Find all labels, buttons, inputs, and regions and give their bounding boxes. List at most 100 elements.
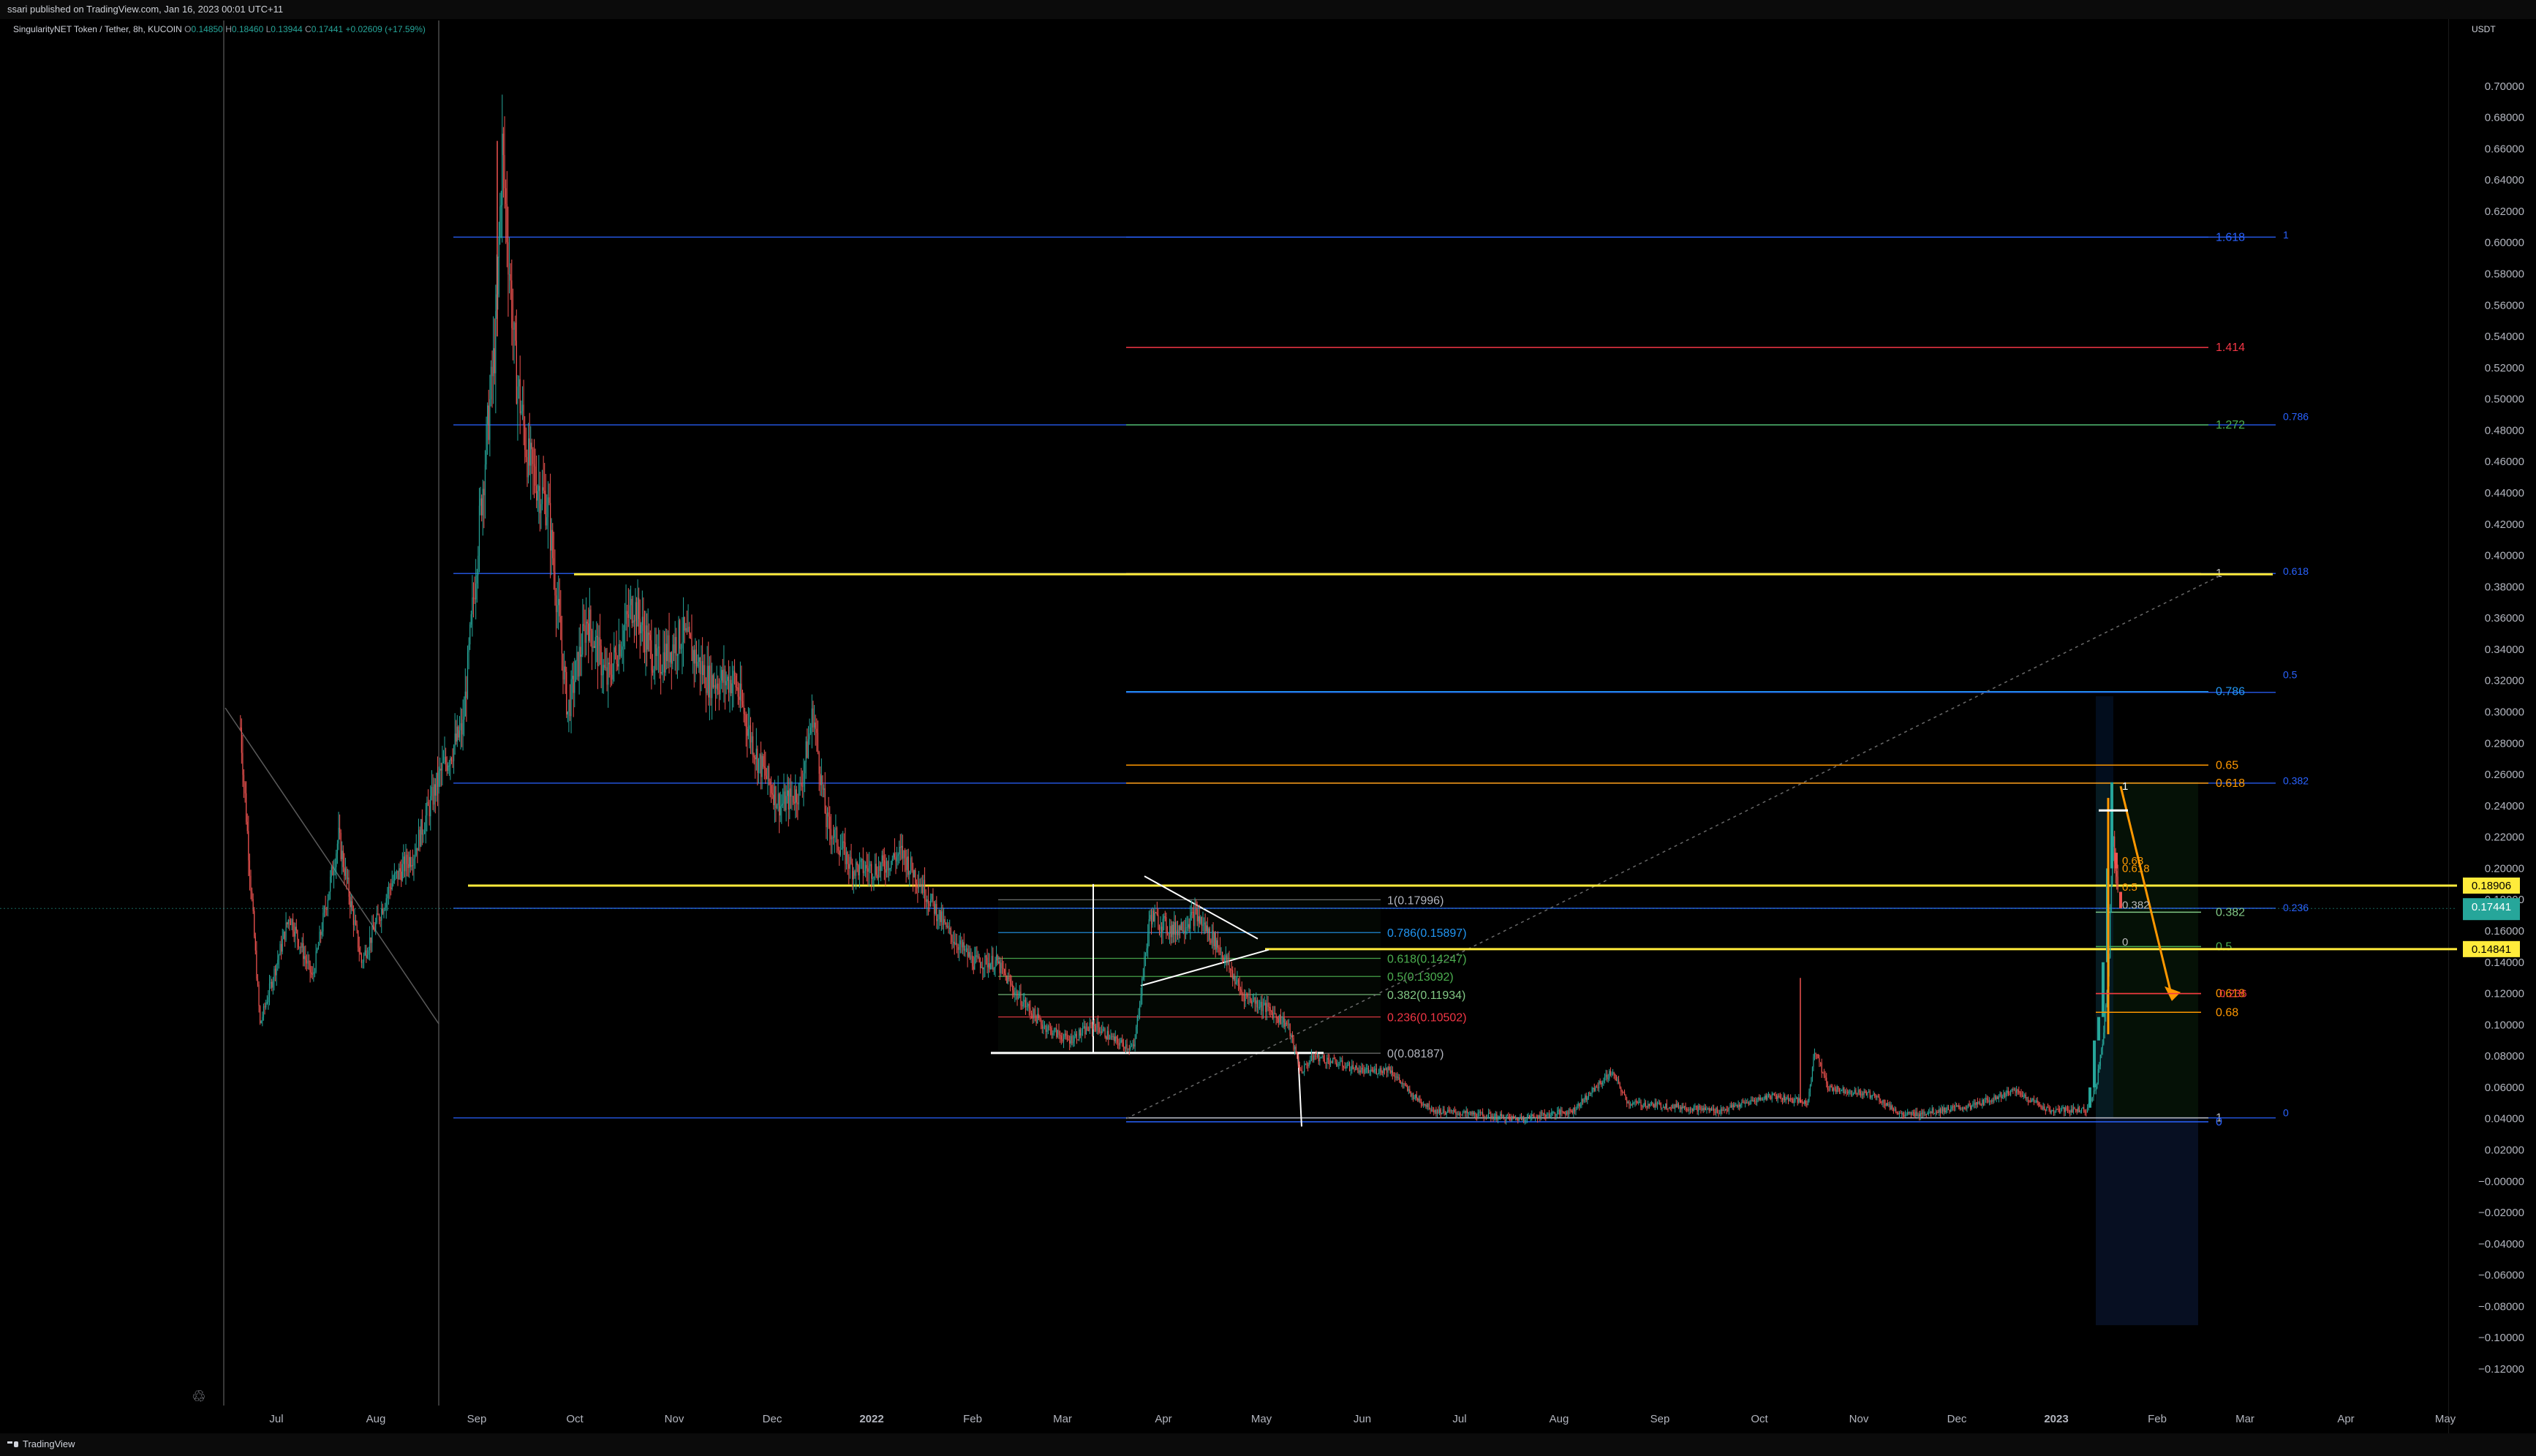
candle-body <box>986 957 988 967</box>
candle-body <box>619 644 621 657</box>
candle-body <box>1369 1071 1370 1074</box>
candle-body <box>249 860 251 876</box>
candle-body <box>1970 1106 1971 1109</box>
candle-body <box>891 859 893 861</box>
candle-body <box>835 828 837 830</box>
candle-body <box>284 931 286 940</box>
candle-body <box>1841 1090 1843 1091</box>
candle-body <box>2044 1106 2045 1110</box>
candle-body <box>1966 1106 1968 1109</box>
candle-body <box>785 796 787 810</box>
candle-body <box>943 919 945 925</box>
candle-body <box>469 625 471 645</box>
candle-body <box>839 849 841 856</box>
candle-body <box>478 505 480 557</box>
candle-body <box>1256 1000 1258 1008</box>
candle-body <box>653 668 654 673</box>
candle-body <box>528 438 529 478</box>
candle-body <box>767 766 769 780</box>
candle-body <box>611 674 613 680</box>
candle-body <box>1541 1112 1543 1114</box>
candle-body <box>1871 1095 1873 1096</box>
candle-body <box>317 945 319 950</box>
candle-body <box>1533 1115 1535 1118</box>
candle-body <box>1409 1089 1411 1093</box>
candle-body <box>1913 1112 1914 1114</box>
candle-body <box>1617 1079 1618 1082</box>
candle-body <box>578 646 580 677</box>
fib-extension-label: 1.618 <box>2216 231 2245 244</box>
candle-body <box>1079 1029 1081 1036</box>
fib-right-label: 0.382 <box>2283 775 2309 787</box>
candle-body <box>1781 1098 1784 1101</box>
candle-body <box>1685 1106 1686 1109</box>
candle-body <box>1215 932 1216 950</box>
candle-body <box>728 676 730 693</box>
candle-body <box>1216 940 1218 950</box>
candle-body <box>957 947 959 950</box>
candle-body <box>1500 1114 1501 1116</box>
price-chart[interactable]: 0.700000.680000.660000.640000.620000.600… <box>0 0 2536 1433</box>
candle-body <box>1496 1113 1498 1120</box>
candle-body <box>1976 1102 1977 1106</box>
candle-body <box>1743 1102 1745 1104</box>
candle-body <box>1336 1062 1337 1066</box>
candle-body <box>293 932 295 937</box>
candle-body <box>625 611 627 625</box>
candle-body <box>834 829 835 838</box>
candle-body <box>1814 1052 1816 1057</box>
candle-body <box>1495 1113 1496 1117</box>
candle-body <box>2007 1090 2009 1095</box>
candle-body <box>2116 871 2118 877</box>
candle-body <box>390 888 392 889</box>
candle-body <box>1502 1114 1503 1117</box>
candle-body <box>1895 1109 1897 1113</box>
candle-body <box>1593 1087 1595 1091</box>
candle-body <box>1283 1017 1285 1027</box>
candle-body <box>1993 1095 1995 1102</box>
candle-body <box>2102 1044 2103 1049</box>
y-tick-label: 0.08000 <box>2485 1050 2524 1063</box>
candle-body <box>1057 1030 1059 1038</box>
candle-body <box>341 850 343 859</box>
candle-body <box>2102 962 2105 1017</box>
dino-cursor-icon[interactable]: ♲ <box>192 1387 206 1406</box>
candle-body <box>869 864 871 867</box>
candle-body <box>2080 1109 2083 1112</box>
candle-body <box>2001 1096 2003 1098</box>
candle-body <box>1544 1113 1545 1116</box>
candle-body <box>1741 1101 1743 1105</box>
candle-body <box>2074 1107 2075 1109</box>
candle-body <box>551 529 552 551</box>
candle-body <box>2078 1107 2080 1112</box>
candle-body <box>886 861 888 873</box>
candle-body <box>1612 1072 1614 1074</box>
candle-body <box>1603 1080 1604 1082</box>
y-tick-label: 0.60000 <box>2485 237 2524 249</box>
candle-body <box>1430 1109 1433 1111</box>
candle-body <box>895 857 897 861</box>
candle-body <box>1005 973 1006 976</box>
candle-body <box>1411 1093 1413 1097</box>
candle-body <box>516 340 517 404</box>
candle-body <box>1259 1007 1261 1008</box>
candle-body <box>1433 1111 1435 1112</box>
candle-body <box>1904 1114 1906 1117</box>
candle-body <box>483 489 485 496</box>
candle-body <box>903 850 905 859</box>
candle-body <box>1435 1109 1437 1114</box>
y-tick-label: 0.06000 <box>2485 1082 2524 1094</box>
candle-body <box>548 497 550 503</box>
candle-body <box>464 691 466 717</box>
candle-body <box>2101 1048 2102 1055</box>
candle-body <box>1304 1065 1305 1073</box>
candle-body <box>1639 1101 1641 1103</box>
candle-body <box>805 741 807 763</box>
tradingview-brand[interactable]: TradingView <box>7 1438 75 1449</box>
candle-body <box>1452 1110 1453 1112</box>
candle-body <box>1200 917 1201 924</box>
candle-body <box>1401 1082 1403 1084</box>
candle-body <box>1321 1055 1323 1057</box>
candle-body <box>1468 1112 1469 1114</box>
candle-body <box>1583 1099 1585 1102</box>
